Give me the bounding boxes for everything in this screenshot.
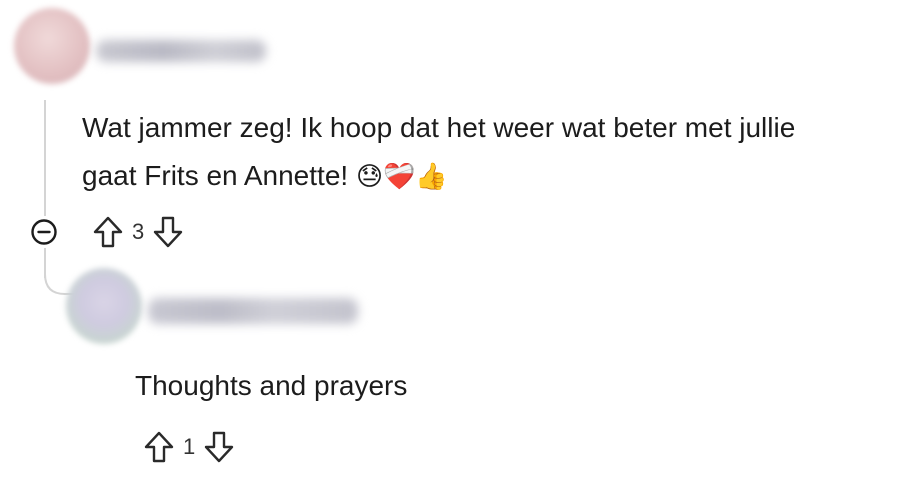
emoji-group: 😓❤️‍🩹👍 — [355, 162, 448, 192]
comment-body: Thoughts and prayers — [135, 362, 407, 410]
upvote-button[interactable] — [92, 215, 124, 249]
avatar[interactable] — [66, 268, 142, 344]
vote-count: 3 — [132, 219, 145, 244]
vote-bar: 1 — [143, 430, 235, 464]
downvote-button[interactable] — [152, 215, 184, 249]
arrow-down-outline-icon — [154, 216, 183, 248]
vote-count: 1 — [183, 434, 196, 459]
minus-circle-icon — [31, 219, 57, 245]
arrow-down-outline-icon — [205, 431, 234, 463]
comment-text: Thoughts and prayers — [135, 370, 408, 401]
username[interactable] — [96, 40, 266, 62]
avatar[interactable] — [14, 8, 90, 84]
downvote-button[interactable] — [203, 430, 235, 464]
upvote-button[interactable] — [143, 430, 175, 464]
arrow-up-outline-icon — [144, 431, 174, 463]
collapse-thread-button[interactable] — [29, 217, 59, 247]
username[interactable] — [148, 298, 358, 324]
thread-line-main — [44, 100, 46, 216]
comment-text-line-1: Wat jammer zeg! Ik hoop dat het weer wat… — [82, 112, 796, 143]
comment-text-line-2: gaat Frits en Annette! — [82, 160, 349, 191]
arrow-up-outline-icon — [93, 216, 123, 248]
vote-bar: 3 — [92, 215, 184, 249]
comment-body: Wat jammer zeg! Ik hoop dat het weer wat… — [82, 104, 795, 201]
